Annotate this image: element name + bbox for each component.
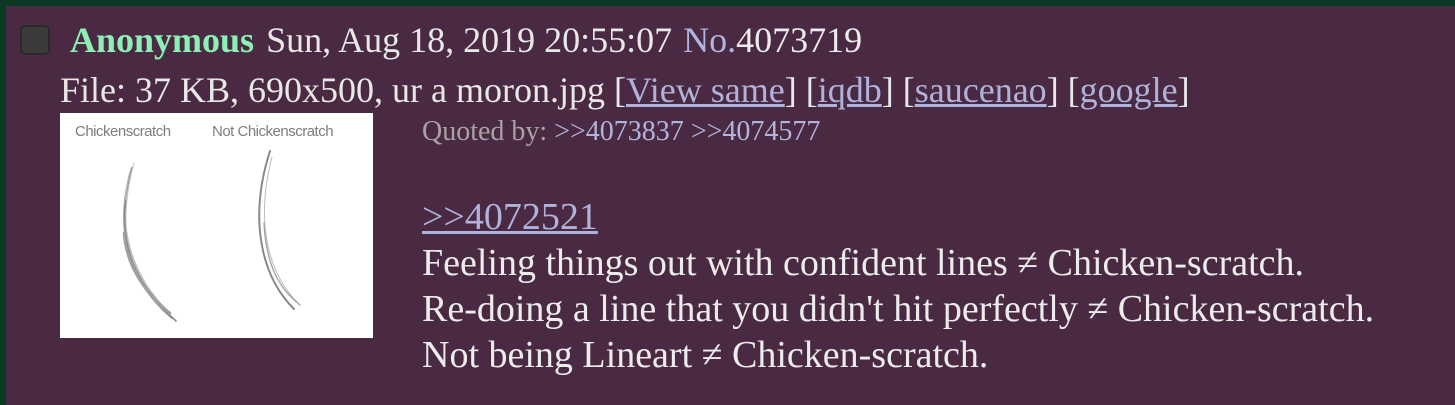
quoted-by-link[interactable]: >>4073837 — [554, 116, 684, 147]
message-line: Feeling things out with confident lines … — [422, 242, 1305, 284]
file-thumbnail[interactable]: Chickenscratch Not Chickenscratch — [60, 113, 373, 338]
quoted-by-link[interactable]: >>4074577 — [691, 116, 821, 147]
thumbnail-drawing — [122, 150, 301, 322]
quoted-by: Quoted by: >>4073837 >>4074577 — [422, 114, 820, 150]
post-container: Anonymous Sun, Aug 18, 2019 20:55:07 No.… — [6, 6, 1455, 405]
thumbnail-right-label: Not Chickenscratch — [212, 123, 334, 140]
message-line: Not being Lineart ≠ Chicken-scratch. — [422, 334, 989, 376]
file-info: File: 37 KB, 690x500, ur a moron.jpg [Vi… — [60, 70, 1190, 110]
thumbnail-left-label: Chickenscratch — [75, 123, 171, 140]
message-line: Re-doing a line that you didn't hit perf… — [422, 288, 1375, 330]
post-date: Sun, Aug 18, 2019 20:55:07 — [266, 20, 673, 60]
file-info-text: File: 37 KB, 690x500, ur a moron.jpg [ — [60, 70, 626, 110]
google-link[interactable]: google — [1080, 70, 1178, 110]
post-number-quote-link[interactable]: 4073719 — [736, 20, 862, 60]
post-header: Anonymous Sun, Aug 18, 2019 20:55:07 No.… — [20, 20, 862, 60]
poster-name: Anonymous — [70, 20, 255, 60]
view-same-link[interactable]: View same — [626, 70, 785, 110]
quoted-by-label: Quoted by: — [422, 116, 555, 147]
post-select-checkbox[interactable] — [20, 25, 50, 55]
quote-link[interactable]: >>4072521 — [422, 196, 598, 238]
iqdb-link[interactable]: iqdb — [818, 70, 882, 110]
post-message: >>4072521 Feeling things out with confid… — [422, 194, 1374, 378]
post-number-link[interactable]: No. — [683, 20, 736, 60]
saucenao-link[interactable]: saucenao — [915, 70, 1047, 110]
